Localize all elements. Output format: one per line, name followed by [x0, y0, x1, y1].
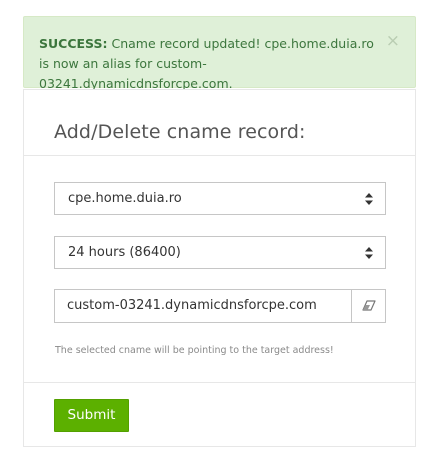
sort-arrows-icon	[365, 247, 373, 259]
ttl-select[interactable]: 24 hours (86400)	[54, 236, 386, 269]
ttl-select-value: 24 hours (86400)	[68, 245, 181, 260]
close-icon[interactable]: ×	[386, 31, 400, 51]
divider	[24, 382, 415, 383]
cname-form-panel: Add/Delete cname record: cpe.home.duia.r…	[23, 89, 416, 447]
divider	[24, 155, 415, 156]
target-address-input[interactable]: custom-03241.dynamicdnsforcpe.com	[55, 290, 352, 322]
form-title: Add/Delete cname record:	[54, 121, 306, 143]
target-input-group: custom-03241.dynamicdnsforcpe.com	[54, 289, 386, 323]
sort-arrows-icon	[365, 193, 373, 205]
success-alert: SUCCESS: Cname record updated! cpe.home.…	[23, 16, 416, 91]
eraser-icon	[362, 300, 376, 311]
help-text: The selected cname will be pointing to t…	[55, 345, 334, 356]
alert-label: SUCCESS:	[39, 36, 108, 51]
submit-button[interactable]: Submit	[54, 399, 129, 432]
clear-button[interactable]	[351, 290, 385, 322]
domain-select[interactable]: cpe.home.duia.ro	[54, 182, 386, 215]
domain-select-value: cpe.home.duia.ro	[68, 191, 182, 206]
